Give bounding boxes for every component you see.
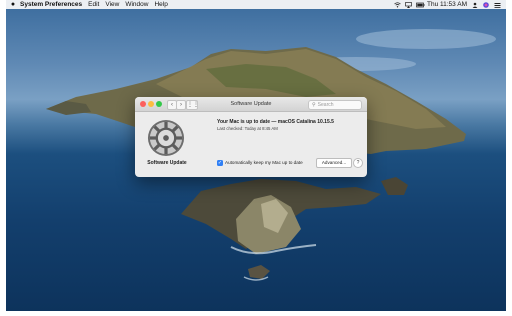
- control-center-icon[interactable]: [494, 2, 501, 8]
- menu-help[interactable]: Help: [154, 0, 167, 9]
- software-update-window: ‹ › ⋮⋮ Software Update ⚲ Search Software…: [135, 97, 367, 177]
- search-placeholder: Search: [317, 102, 334, 108]
- search-icon: ⚲: [312, 102, 316, 108]
- clock[interactable]: Thu 11:53 AM: [427, 0, 467, 9]
- menu-app-name[interactable]: System Preferences: [20, 0, 82, 9]
- search-field[interactable]: ⚲ Search: [308, 100, 362, 110]
- airplay-icon[interactable]: [405, 2, 412, 8]
- user-icon[interactable]: [472, 2, 478, 8]
- last-checked-text: Last checked: Today at 8:45 AM: [217, 126, 278, 131]
- title-bar[interactable]: ‹ › ⋮⋮ Software Update ⚲ Search: [135, 97, 367, 112]
- advanced-button[interactable]: Advanced...: [316, 158, 352, 168]
- wifi-icon[interactable]: [394, 2, 401, 8]
- menu-edit[interactable]: Edit: [88, 0, 99, 9]
- auto-update-label[interactable]: Automatically keep my Mac up to date: [225, 160, 303, 166]
- menu-window[interactable]: Window: [125, 0, 148, 9]
- update-status-title: Your Mac is up to date — macOS Catalina …: [217, 119, 334, 125]
- help-button[interactable]: ?: [353, 158, 363, 168]
- menu-view[interactable]: View: [105, 0, 119, 9]
- battery-icon[interactable]: [416, 2, 425, 8]
- sidebar-label: Software Update: [147, 160, 187, 166]
- software-update-gear-icon: [147, 119, 185, 157]
- menu-bar: ● System Preferences Edit View Window He…: [6, 0, 506, 9]
- auto-update-checkbox[interactable]: ✓: [217, 160, 223, 166]
- apple-icon[interactable]: ●: [6, 0, 20, 9]
- window-content: Software Update Your Mac is up to date —…: [135, 112, 367, 177]
- siri-icon[interactable]: [483, 2, 489, 8]
- checkmark-icon: ✓: [217, 160, 223, 166]
